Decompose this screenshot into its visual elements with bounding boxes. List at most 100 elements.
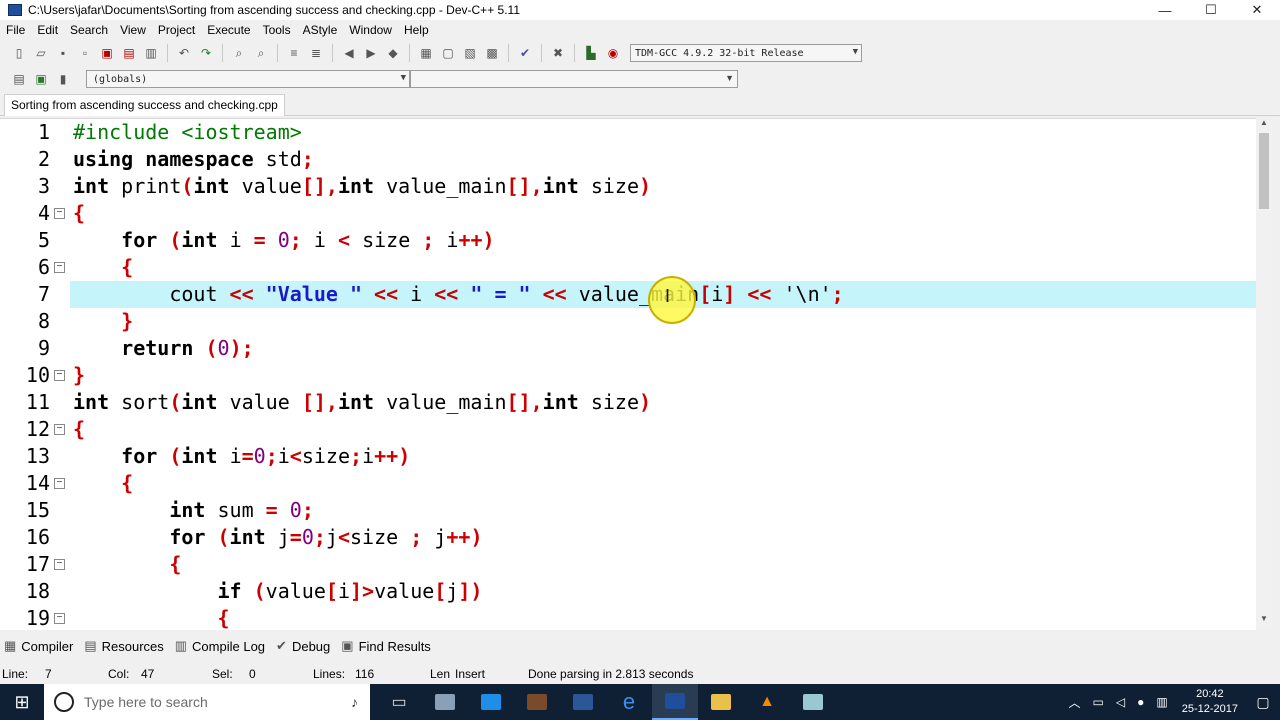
notes-app-icon[interactable] [790, 684, 836, 720]
code-line[interactable]: using namespace std; [73, 146, 314, 173]
media-app-icon[interactable] [514, 684, 560, 720]
fold-toggle-icon[interactable]: − [54, 613, 65, 624]
devcpp-taskbar-icon[interactable] [652, 684, 698, 720]
code-line[interactable]: return (0); [73, 335, 253, 362]
fold-toggle-icon[interactable]: − [54, 208, 65, 219]
tab-current-file[interactable]: Sorting from ascending success and check… [4, 94, 285, 116]
notification-icon[interactable]: ▢ [1246, 694, 1280, 711]
save-icon[interactable]: ▪ [54, 44, 72, 62]
new-file-icon[interactable]: ▯ [10, 44, 28, 62]
code-line[interactable]: } [73, 308, 133, 335]
replace-icon[interactable]: ⌕ [252, 44, 270, 62]
store-app-icon[interactable] [422, 684, 468, 720]
bottom-tab-debug[interactable]: ✔ Debug [272, 638, 334, 654]
menu-execute[interactable]: Execute [201, 23, 256, 37]
menu-view[interactable]: View [114, 23, 152, 37]
menu-project[interactable]: Project [152, 23, 201, 37]
scope-select[interactable]: (globals) ▼ [86, 70, 410, 88]
scroll-down-arrow-icon[interactable]: ▼ [1256, 614, 1272, 628]
goto-left-icon[interactable]: ◀ [340, 44, 358, 62]
code-line[interactable]: { [73, 416, 85, 443]
menu-edit[interactable]: Edit [31, 23, 64, 37]
show-hidden-icons-icon[interactable]: ︿ [1069, 694, 1081, 711]
volume-icon[interactable]: ◁ [1116, 695, 1125, 709]
code-line[interactable]: { [73, 200, 85, 227]
clock[interactable]: 20:42 25-12-2017 [1182, 687, 1238, 717]
minimize-button[interactable]: — [1142, 0, 1188, 20]
code-line[interactable]: int sum = 0; [73, 497, 314, 524]
code-line[interactable]: { [73, 551, 181, 578]
scroll-up-arrow-icon[interactable]: ▲ [1256, 118, 1272, 132]
code-line[interactable]: cout << "Value " << i << " = " << value_… [73, 281, 843, 308]
indent-icon[interactable]: ≡ [285, 44, 303, 62]
code-line[interactable]: for (int i = 0; i < size ; i++) [73, 227, 494, 254]
fold-toggle-icon[interactable]: − [54, 559, 65, 570]
open-file-icon[interactable]: ▱ [32, 44, 50, 62]
compiler-select[interactable]: TDM-GCC 4.9.2 32-bit Release ▼ [630, 44, 862, 62]
keyboard-icon[interactable]: ▥ [1156, 695, 1167, 709]
code-line[interactable]: { [73, 254, 133, 281]
close-button[interactable]: ✕ [1234, 0, 1280, 20]
run-icon[interactable]: ▢ [439, 44, 457, 62]
menu-window[interactable]: Window [343, 23, 398, 37]
goto-right-icon[interactable]: ▶ [362, 44, 380, 62]
onedrive-icon[interactable]: ● [1137, 695, 1144, 709]
insert-icon[interactable]: ▤ [10, 70, 28, 88]
unindent-icon[interactable]: ≣ [307, 44, 325, 62]
code-line[interactable]: for (int i=0;i<size;i++) [73, 443, 410, 470]
fold-toggle-icon[interactable]: − [54, 424, 65, 435]
file-explorer-icon[interactable] [698, 684, 744, 720]
bottom-tab-resources[interactable]: ▤ Resources [80, 638, 167, 654]
member-select[interactable]: ▼ [410, 70, 738, 88]
save-all-icon[interactable]: ▫ [76, 44, 94, 62]
bottom-tab-find-results[interactable]: ▣ Find Results [337, 638, 435, 654]
redo-icon[interactable]: ↷ [197, 44, 215, 62]
fold-toggle-icon[interactable]: − [54, 262, 65, 273]
stop-execution-icon[interactable]: ✖ [549, 44, 567, 62]
menu-search[interactable]: Search [64, 23, 114, 37]
menu-file[interactable]: File [0, 23, 31, 37]
edge-browser-icon[interactable]: e [606, 684, 652, 720]
vlc-icon[interactable]: ▲ [744, 684, 790, 720]
settings-app-icon[interactable] [468, 684, 514, 720]
profile-chart-icon[interactable]: ▙ [582, 44, 600, 62]
code-line[interactable]: { [73, 470, 133, 497]
print-icon[interactable]: ▥ [142, 44, 160, 62]
code-line[interactable]: { [73, 605, 230, 630]
code-line[interactable]: int sort(int value [],int value_main[],i… [73, 389, 651, 416]
microphone-icon[interactable]: ♪ [351, 694, 358, 710]
word-app-icon[interactable] [560, 684, 606, 720]
code-line[interactable]: if (value[i]>value[j]) [73, 578, 483, 605]
windows-start-icon[interactable]: ⊞ [0, 684, 44, 720]
task-view-icon[interactable]: ▭ [376, 684, 422, 720]
rebuild-icon[interactable]: ▩ [483, 44, 501, 62]
compile-icon[interactable]: ▦ [417, 44, 435, 62]
close-all-icon[interactable]: ▤ [120, 44, 138, 62]
code-line[interactable]: for (int j=0;j<size ; j++) [73, 524, 482, 551]
toggle-icon[interactable]: ▣ [32, 70, 50, 88]
bottom-tab-compile-log[interactable]: ▥ Compile Log [171, 638, 269, 654]
find-icon[interactable]: ⌕ [230, 44, 248, 62]
goto-icon[interactable]: ▮ [54, 70, 72, 88]
compile-run-icon[interactable]: ▧ [461, 44, 479, 62]
code-line[interactable]: int print(int value[],int value_main[],i… [73, 173, 651, 200]
code-line[interactable]: #include <iostream> [73, 119, 302, 146]
menu-tools[interactable]: Tools [257, 23, 297, 37]
code-editor[interactable]: 1 2 3 4−5 6−7 8 9 10−11 12−13 14−15 16 17−18 19− #in… [0, 118, 1272, 630]
code-line[interactable]: } [73, 362, 85, 389]
menu-help[interactable]: Help [398, 23, 435, 37]
menu-astyle[interactable]: AStyle [297, 23, 344, 37]
scrollbar-thumb[interactable] [1259, 133, 1269, 209]
network-icon[interactable]: ▭ [1093, 695, 1104, 709]
debug-bug-icon[interactable]: ◉ [604, 44, 622, 62]
syntax-check-icon[interactable]: ✔ [516, 44, 534, 62]
vertical-scrollbar[interactable]: ▲ ▼ [1256, 118, 1272, 630]
close-file-icon[interactable]: ▣ [98, 44, 116, 62]
bottom-tab-compiler[interactable]: ▦ Compiler [0, 638, 77, 654]
fold-toggle-icon[interactable]: − [54, 370, 65, 381]
maximize-button[interactable]: ☐ [1188, 0, 1234, 20]
taskbar-search[interactable]: Type here to search ♪ [44, 684, 370, 720]
bookmark-icon[interactable]: ◆ [384, 44, 402, 62]
undo-icon[interactable]: ↶ [175, 44, 193, 62]
fold-toggle-icon[interactable]: − [54, 478, 65, 489]
